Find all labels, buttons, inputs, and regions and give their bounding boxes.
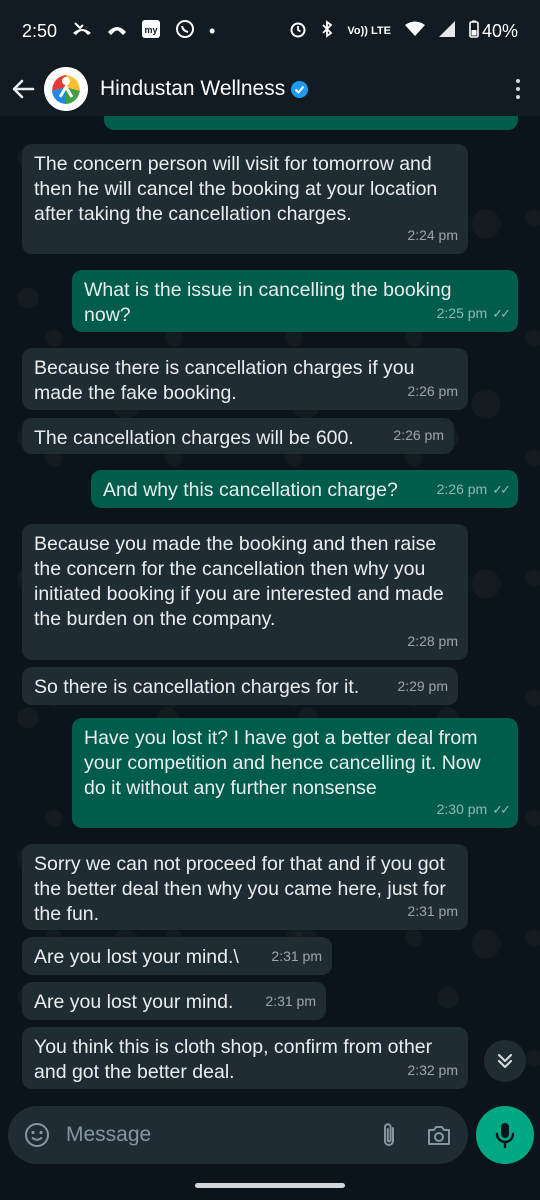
message-text: Have you lost it? I have got a better de… [84, 727, 481, 799]
previous-message-bubble [104, 116, 518, 130]
message-composer [8, 1106, 468, 1164]
message-bubble-incoming[interactable]: Because you made the booking and then ra… [22, 524, 468, 660]
signal-icon [438, 21, 455, 41]
more-options-icon[interactable] [506, 79, 530, 99]
message-text: The concern person will visit for tomorr… [34, 153, 438, 225]
message-time: 2:31 pm [271, 948, 322, 964]
bluetooth-icon [321, 20, 333, 42]
message-bubble-outgoing[interactable]: And why this cancellation charge? 2:26 p… [91, 470, 518, 508]
message-bubble-incoming[interactable]: The cancellation charges will be 600. 2:… [22, 418, 454, 454]
message-text: You think this is cloth shop, confirm fr… [34, 1036, 433, 1083]
read-ticks-icon: ✓✓ [492, 802, 511, 817]
alarm-icon [289, 20, 307, 42]
missed-call-icon [71, 21, 93, 41]
message-bubble-incoming[interactable]: So there is cancellation charges for it.… [22, 667, 458, 705]
message-bubble-incoming[interactable]: Are you lost your mind.\ 2:31 pm [22, 937, 332, 975]
message-time: 2:30 pm [436, 801, 488, 817]
camera-icon[interactable] [424, 1120, 454, 1150]
message-text: Because you made the booking and then ra… [34, 533, 444, 630]
message-text: The cancellation charges will be 600. [34, 427, 354, 449]
clock: 2:50 [22, 20, 58, 41]
message-time: 2:26 pm [436, 481, 488, 497]
message-text: So there is cancellation charges for it. [34, 676, 360, 698]
double-chevron-down-icon [497, 1053, 513, 1069]
battery-icon [469, 20, 479, 42]
home-handle[interactable] [195, 1182, 345, 1188]
message-bubble-incoming[interactable]: Sorry we can not proceed for that and if… [22, 844, 468, 930]
back-arrow-icon[interactable] [10, 74, 36, 104]
message-text: Because there is cancellation charges if… [34, 357, 415, 404]
message-time: 2:26 pm [407, 383, 458, 399]
message-bubble-incoming[interactable]: You think this is cloth shop, confirm fr… [22, 1027, 468, 1089]
contact-title[interactable]: Hindustan Wellness [100, 77, 309, 101]
message-time: 2:24 pm [407, 227, 458, 243]
message-time: 2:31 pm [407, 903, 458, 919]
message-bubble-outgoing[interactable]: What is the issue in cancelling the book… [72, 270, 518, 332]
message-bubble-incoming[interactable]: Are you lost your mind. 2:31 pm [22, 982, 326, 1020]
message-time: 2:25 pm [436, 305, 488, 321]
verified-badge-icon [291, 80, 309, 98]
call-icon [107, 22, 127, 40]
chat-header: Hindustan Wellness [0, 62, 540, 116]
message-time: 2:26 pm [393, 427, 444, 443]
notification-dot: • [209, 20, 216, 41]
message-bubble-outgoing[interactable]: Have you lost it? I have got a better de… [72, 718, 518, 828]
battery-percent: 40% [481, 20, 518, 41]
whatsapp-notification-icon [175, 19, 195, 43]
contact-avatar[interactable] [44, 67, 88, 111]
read-ticks-icon: ✓✓ [492, 306, 511, 321]
read-ticks-icon: ✓✓ [492, 482, 511, 497]
paperclip-icon[interactable] [374, 1120, 404, 1150]
message-time: 2:31 pm [265, 993, 316, 1009]
message-bubble-incoming[interactable]: The concern person will visit for tomorr… [22, 144, 468, 254]
message-bubble-incoming[interactable]: Because there is cancellation charges if… [22, 348, 468, 410]
microphone-button[interactable] [476, 1106, 534, 1164]
message-input[interactable] [66, 1123, 374, 1147]
message-text: Sorry we can not proceed for that and if… [34, 853, 446, 925]
emoji-icon[interactable] [22, 1120, 52, 1150]
system-navigation-bar [0, 1170, 540, 1200]
contact-name: Hindustan Wellness [100, 77, 286, 100]
message-time: 2:29 pm [397, 678, 448, 694]
app-notification-icon: my [141, 19, 161, 43]
wifi-icon [404, 21, 425, 41]
microphone-icon [495, 1123, 515, 1149]
status-bar: 2:50 my • Vo)) LTE 40% [0, 0, 540, 62]
volte-indicator: Vo)) LTE [347, 24, 391, 37]
message-time: 2:32 pm [407, 1062, 458, 1078]
chat-area[interactable]: The concern person will visit for tomorr… [0, 116, 540, 1100]
scroll-to-bottom-button[interactable] [484, 1040, 526, 1082]
svg-text:my: my [145, 25, 158, 35]
message-time: 2:28 pm [407, 633, 458, 649]
